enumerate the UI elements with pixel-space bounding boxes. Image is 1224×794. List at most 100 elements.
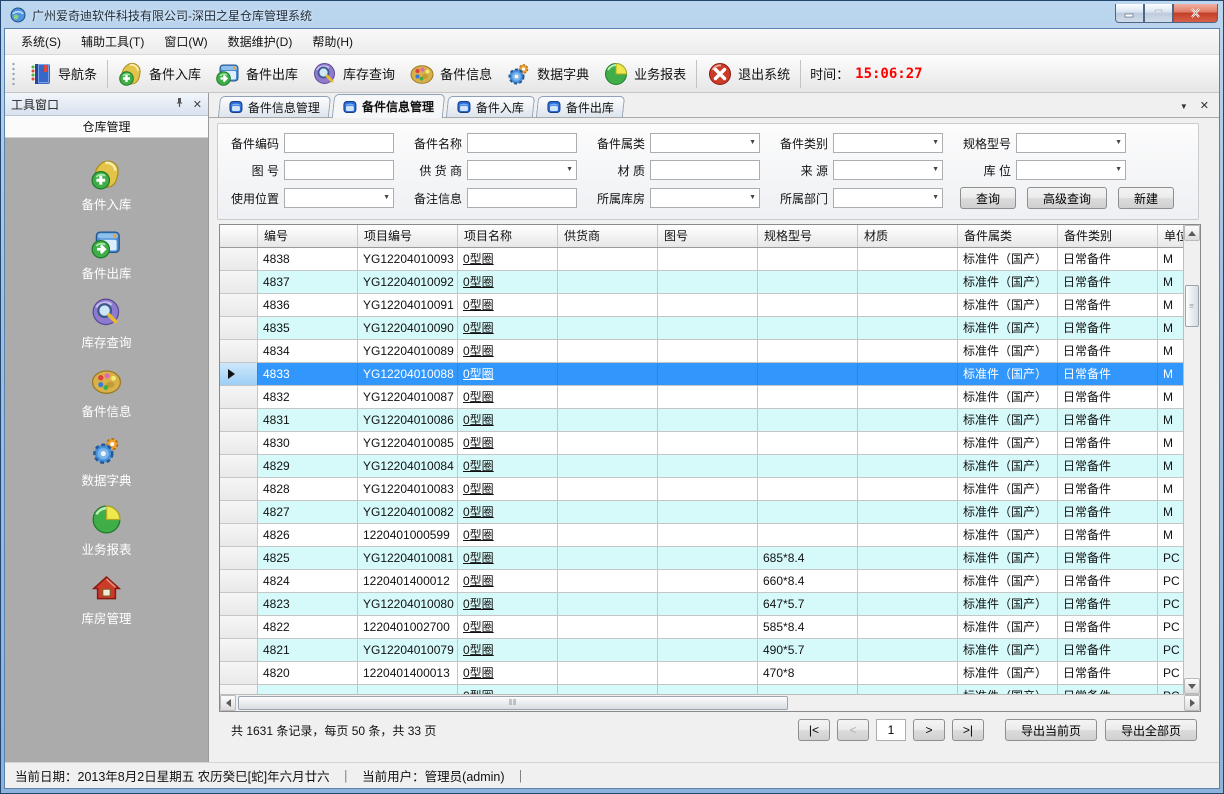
tab-close-icon[interactable]: [1200, 98, 1209, 112]
vertical-scrollbar[interactable]: ≡: [1183, 225, 1200, 694]
page-number-input[interactable]: [876, 719, 906, 741]
table-row[interactable]: 482412204014000120型圈660*8.4标准件（国产）日常备件PC: [220, 570, 1183, 593]
menu-item[interactable]: 帮助(H): [302, 29, 363, 54]
toolbar-button-库存查询[interactable]: 库存查询: [305, 58, 402, 90]
menu-item[interactable]: 辅助工具(T): [71, 29, 154, 54]
prev-page-button[interactable]: <: [837, 719, 869, 741]
button-查询[interactable]: 查询: [960, 187, 1016, 209]
button-高级查询[interactable]: 高级查询: [1027, 187, 1107, 209]
sidebar-item-备件信息[interactable]: 备件信息: [32, 365, 182, 434]
field-select-所属库房[interactable]: [650, 188, 760, 208]
pin-icon[interactable]: [174, 97, 185, 111]
table-row[interactable]: 482612204010005990型圈标准件（国产）日常备件M: [220, 524, 1183, 547]
table-row[interactable]: 4832YG122040100870型圈标准件（国产）日常备件M: [220, 386, 1183, 409]
table-row[interactable]: 482212204010027000型圈585*8.4标准件（国产）日常备件PC: [220, 616, 1183, 639]
field-input-备件名称[interactable]: [467, 133, 577, 153]
toolbar-button-退出系统[interactable]: 退出系统: [700, 58, 797, 90]
table-cell: 标准件（国产）: [958, 317, 1058, 339]
column-header-备件类别[interactable]: 备件类别: [1058, 225, 1158, 247]
menu-item[interactable]: 窗口(W): [154, 29, 217, 54]
sidebar-item-业务报表[interactable]: 业务报表: [32, 503, 182, 572]
table-cell: 4824: [258, 570, 358, 592]
vertical-scrollbar-thumb[interactable]: ≡: [1185, 285, 1199, 327]
toolbar-button-业务报表[interactable]: 业务报表: [596, 58, 693, 90]
table-row[interactable]: 4837YG122040100920型圈标准件（国产）日常备件M: [220, 271, 1183, 294]
column-header-供货商[interactable]: 供货商: [558, 225, 658, 247]
restore-button[interactable]: [1144, 4, 1173, 23]
tab-备件信息管理[interactable]: 备件信息管理: [332, 94, 446, 118]
table-row[interactable]: 4838YG122040100930型圈标准件（国产）日常备件M: [220, 248, 1183, 271]
sidebar-item-备件入库[interactable]: 备件入库: [32, 158, 182, 227]
column-header-图号[interactable]: 图号: [658, 225, 758, 247]
column-header-规格型号[interactable]: 规格型号: [758, 225, 858, 247]
table-row[interactable]: 4827YG122040100820型圈标准件（国产）日常备件M: [220, 501, 1183, 524]
field-select-使用位置[interactable]: [284, 188, 394, 208]
button-新建[interactable]: 新建: [1118, 187, 1174, 209]
column-header-项目编号[interactable]: 项目编号: [358, 225, 458, 247]
menu-item[interactable]: 系统(S): [11, 29, 71, 54]
field-select-库位[interactable]: [1016, 160, 1126, 180]
scroll-up-button[interactable]: [1184, 225, 1200, 241]
table-row[interactable]: 0型圈标准件（国产）日常备件PC: [220, 685, 1183, 694]
toolbar-button-导航条[interactable]: 导航条: [20, 58, 104, 90]
table-cell: YG12204010085: [358, 432, 458, 454]
close-button[interactable]: [1173, 4, 1218, 23]
tab-备件出库[interactable]: 备件出库: [536, 96, 625, 117]
toolbar-button-备件信息[interactable]: 备件信息: [402, 58, 499, 90]
column-header-项目名称[interactable]: 项目名称: [458, 225, 558, 247]
first-page-button[interactable]: |<: [798, 719, 830, 741]
sidebar-item-数据字典[interactable]: 数据字典: [32, 434, 182, 503]
tab-备件信息管理[interactable]: 备件信息管理: [218, 96, 331, 117]
toolbar-button-数据字典[interactable]: 数据字典: [499, 58, 596, 90]
sidebar-item-库房管理[interactable]: 库房管理: [32, 572, 182, 641]
tab-备件入库[interactable]: 备件入库: [446, 96, 535, 117]
tab-list-chevron-down-icon[interactable]: [1180, 98, 1188, 112]
field-select-备件类别[interactable]: [833, 133, 943, 153]
toolbar-button-备件出库[interactable]: 备件出库: [208, 58, 305, 90]
table-row[interactable]: 4836YG122040100910型圈标准件（国产）日常备件M: [220, 294, 1183, 317]
menu-item[interactable]: 数据维护(D): [218, 29, 303, 54]
column-header-编号[interactable]: 编号: [258, 225, 358, 247]
table-row[interactable]: 482012204014000130型圈470*8标准件（国产）日常备件PC: [220, 662, 1183, 685]
field-select-规格型号[interactable]: [1016, 133, 1126, 153]
field-input-备注信息[interactable]: [467, 188, 577, 208]
export-all-pages-button[interactable]: 导出全部页: [1105, 719, 1197, 741]
horizontal-scrollbar-thumb[interactable]: ⦀⦀: [238, 696, 788, 710]
field-select-供货商[interactable]: [467, 160, 577, 180]
field-select-来源[interactable]: [833, 160, 943, 180]
table-cell: [558, 271, 658, 293]
last-page-button[interactable]: >|: [952, 719, 984, 741]
column-header-selector[interactable]: [220, 225, 258, 247]
table-row[interactable]: 4830YG122040100850型圈标准件（国产）日常备件M: [220, 432, 1183, 455]
table-row[interactable]: 4835YG122040100900型圈标准件（国产）日常备件M: [220, 317, 1183, 340]
table-row[interactable]: 4833YG122040100880型圈标准件（国产）日常备件M: [220, 363, 1183, 386]
table-row[interactable]: 4831YG122040100860型圈标准件（国产）日常备件M: [220, 409, 1183, 432]
tool-window-close-icon[interactable]: [193, 98, 202, 111]
selected-row-marker-icon: [228, 369, 235, 379]
table-row[interactable]: 4829YG122040100840型圈标准件（国产）日常备件M: [220, 455, 1183, 478]
table-row[interactable]: 4821YG122040100790型圈490*5.7标准件（国产）日常备件PC: [220, 639, 1183, 662]
scroll-right-button[interactable]: [1184, 695, 1200, 711]
scroll-down-button[interactable]: [1184, 678, 1200, 694]
minimize-button[interactable]: [1115, 4, 1144, 23]
column-header-单位[interactable]: 单位: [1158, 225, 1183, 247]
sidebar-item-备件出库[interactable]: 备件出库: [32, 227, 182, 296]
field-input-图号[interactable]: [284, 160, 394, 180]
toolbar-button-备件入库[interactable]: 备件入库: [111, 58, 208, 90]
column-header-备件属类[interactable]: 备件属类: [958, 225, 1058, 247]
field-input-材质[interactable]: [650, 160, 760, 180]
next-page-button[interactable]: >: [913, 719, 945, 741]
export-current-page-button[interactable]: 导出当前页: [1005, 719, 1097, 741]
table-row[interactable]: 4825YG122040100810型圈685*8.4标准件（国产）日常备件PC: [220, 547, 1183, 570]
horizontal-scrollbar[interactable]: ⦀⦀: [220, 694, 1200, 711]
table-row[interactable]: 4823YG122040100800型圈647*5.7标准件（国产）日常备件PC: [220, 593, 1183, 616]
field-input-备件编码[interactable]: [284, 133, 394, 153]
table-row[interactable]: 4834YG122040100890型圈标准件（国产）日常备件M: [220, 340, 1183, 363]
sidebar-item-库存查询[interactable]: 库存查询: [32, 296, 182, 365]
table-row[interactable]: 4828YG122040100830型圈标准件（国产）日常备件M: [220, 478, 1183, 501]
field-select-备件属类[interactable]: [650, 133, 760, 153]
scroll-left-button[interactable]: [220, 695, 236, 711]
table-cell: [658, 340, 758, 362]
column-header-材质[interactable]: 材质: [858, 225, 958, 247]
field-select-所属部门[interactable]: [833, 188, 943, 208]
